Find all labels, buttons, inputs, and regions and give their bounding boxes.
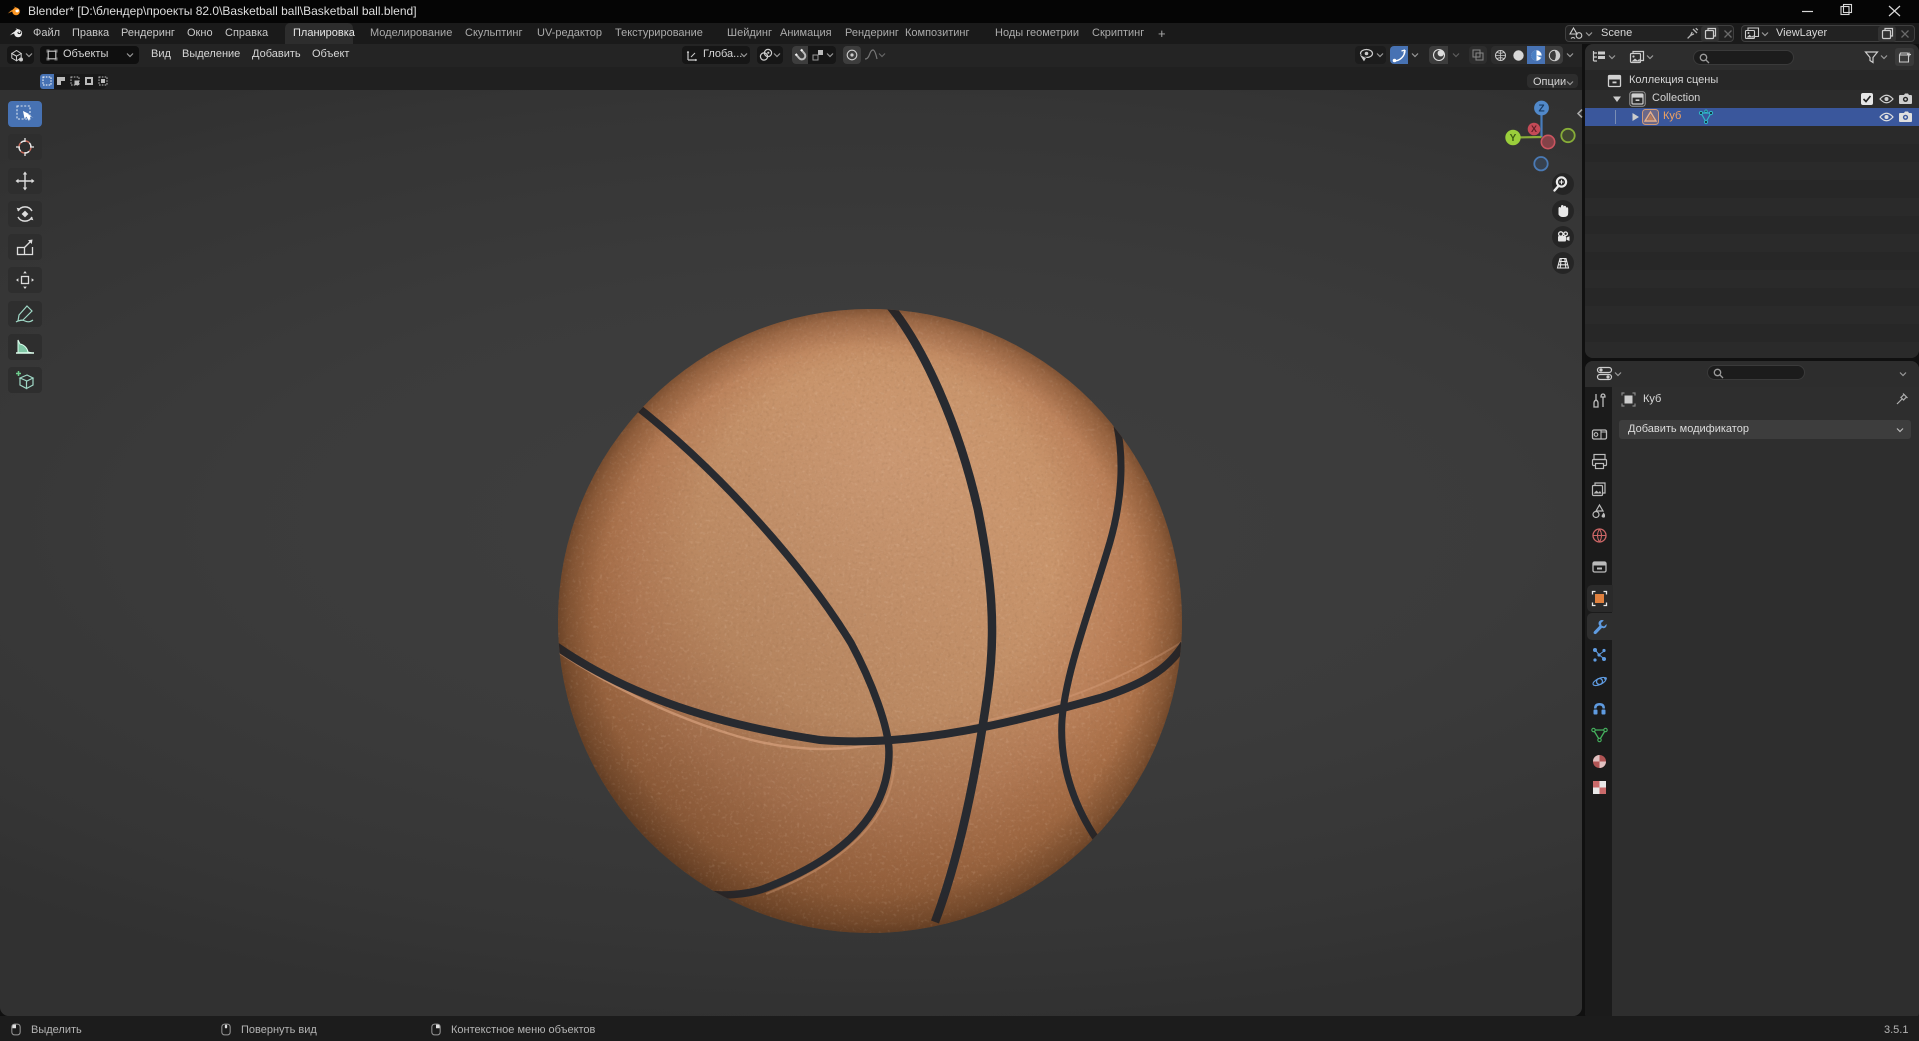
svg-text:Z: Z [1538, 104, 1544, 115]
svg-text:Y: Y [1510, 133, 1517, 144]
svg-text:X: X [1531, 124, 1537, 134]
